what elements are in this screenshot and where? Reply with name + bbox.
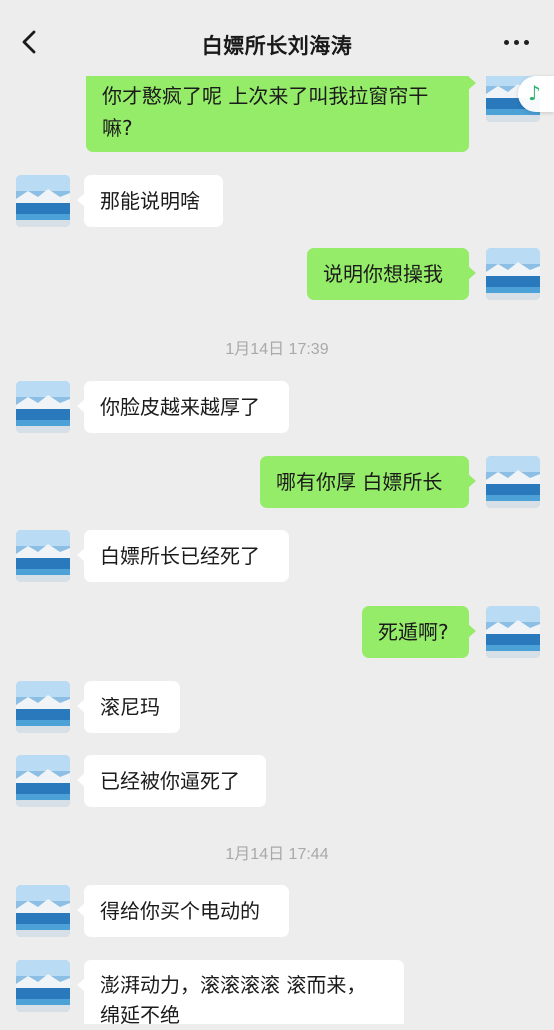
outgoing-message[interactable]: 说明你想操我: [307, 248, 476, 300]
outgoing-message[interactable]: 哪有你厚 白嫖所长: [260, 456, 476, 508]
contact-avatar[interactable]: [16, 530, 70, 582]
timestamp: 1月14日 17:39: [225, 341, 329, 358]
incoming-message[interactable]: 得给你买个电动的: [77, 885, 289, 937]
own-avatar[interactable]: [486, 606, 540, 658]
more-options-button[interactable]: [504, 31, 532, 55]
contact-avatar[interactable]: [16, 381, 70, 433]
incoming-message[interactable]: 白嫖所长已经死了: [77, 530, 289, 582]
contact-avatar[interactable]: [16, 755, 70, 807]
contact-avatar[interactable]: [16, 885, 70, 937]
contact-avatar[interactable]: [16, 175, 70, 227]
incoming-message[interactable]: 滚尼玛: [77, 681, 180, 733]
chat-area[interactable]: 你才憨疯了呢 上次来了叫我拉窗帘干 嘛? 那能说明啥 说明你想操我 1月14日 …: [0, 0, 554, 1027]
incoming-message[interactable]: 澎湃动力，滚滚滚滚 滚而来， 绵延不绝: [77, 960, 404, 1027]
chat-title: 白嫖所长刘海涛: [201, 34, 353, 58]
timestamp: 1月14日 17:44: [225, 846, 329, 863]
music-floating-button[interactable]: ♪: [518, 76, 554, 112]
incoming-message[interactable]: 那能说明啥: [77, 175, 223, 227]
own-avatar[interactable]: [486, 456, 540, 508]
incoming-message[interactable]: 已经被你逼死了: [77, 755, 266, 807]
music-note-icon: ♪: [528, 81, 541, 105]
contact-avatar[interactable]: [16, 681, 70, 733]
contact-avatar[interactable]: [16, 960, 70, 1012]
own-avatar[interactable]: [486, 248, 540, 300]
outgoing-message[interactable]: 死遁啊?: [362, 606, 476, 658]
incoming-message[interactable]: 你脸皮越来越厚了: [77, 381, 289, 433]
chat-header: 白嫖所长刘海涛: [0, 0, 554, 76]
